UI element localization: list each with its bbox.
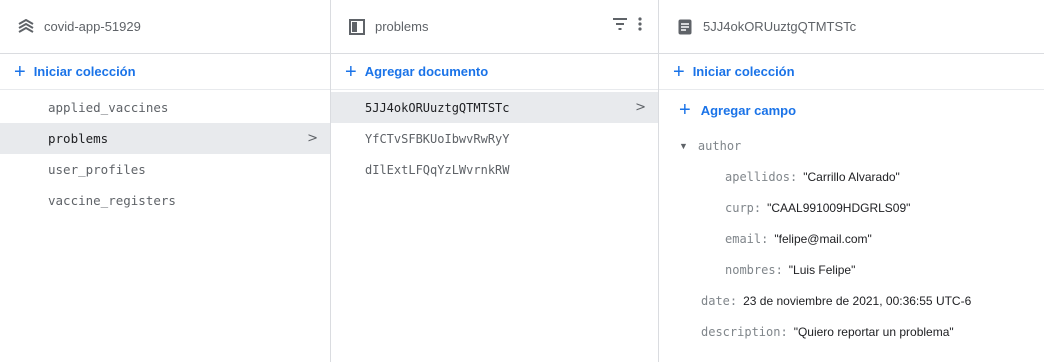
field-key: apellidos: <box>725 169 798 184</box>
document-item[interactable]: YfCTvSFBKUoIbwvRwRyY <box>331 123 658 154</box>
field-description[interactable]: description: "Quiero reportar un problem… <box>659 316 1044 347</box>
add-document-label: Agregar documento <box>364 64 489 79</box>
plus-icon: + <box>673 60 685 83</box>
filter-icon[interactable] <box>612 18 628 33</box>
field-key: author <box>697 138 742 153</box>
field-key: date: <box>701 293 738 308</box>
collection-header: problems <box>331 0 658 54</box>
field-key: email: <box>725 231 769 246</box>
chevron-right-icon: > <box>635 100 646 115</box>
field-email[interactable]: email: "felipe@mail.com" <box>659 223 1044 254</box>
more-vert-icon[interactable] <box>638 17 642 34</box>
chevron-right-icon: > <box>307 131 318 146</box>
document-icon <box>675 17 695 37</box>
field-value: "felipe@mail.com" <box>774 231 872 246</box>
field-author[interactable]: ▼ author <box>659 130 1044 161</box>
documents-panel: problems + Agregar documento 5JJ4okORUuz… <box>330 0 658 362</box>
collection-item-applied-vaccines[interactable]: applied_vaccines <box>0 92 330 123</box>
collection-item-label: user_profiles <box>48 162 146 177</box>
collection-icon <box>347 17 367 37</box>
project-header: covid-app-51929 <box>0 0 330 54</box>
collection-item-label: problems <box>48 131 109 146</box>
collection-item-vaccine-registers[interactable]: vaccine_registers <box>0 185 330 216</box>
field-key: nombres: <box>725 262 783 277</box>
plus-icon: + <box>14 60 26 83</box>
document-id: YfCTvSFBKUoIbwvRwRyY <box>365 131 510 146</box>
start-subcollection-label: Iniciar colección <box>692 64 795 79</box>
field-value: "CAAL991009HDGRLS09" <box>767 200 911 215</box>
collection-item-label: vaccine_registers <box>48 193 176 208</box>
field-curp[interactable]: curp: "CAAL991009HDGRLS09" <box>659 192 1044 223</box>
firestore-data-viewer: covid-app-51929 + Iniciar colección appl… <box>0 0 1044 362</box>
field-value: "Carrillo Alvarado" <box>803 169 900 184</box>
start-collection-button[interactable]: + Iniciar colección <box>0 54 330 90</box>
caret-down-icon[interactable]: ▼ <box>679 141 688 151</box>
collection-list: applied_vaccines problems > user_profiles… <box>0 90 330 216</box>
firestore-stack-icon <box>16 17 36 37</box>
collections-panel: covid-app-51929 + Iniciar colección appl… <box>0 0 330 362</box>
plus-icon: + <box>679 98 691 121</box>
start-subcollection-button[interactable]: + Iniciar colección <box>659 54 1044 90</box>
field-date[interactable]: date: 23 de noviembre de 2021, 00:36:55 … <box>659 285 1044 316</box>
project-title: covid-app-51929 <box>44 19 141 34</box>
document-panel: 5JJ4okORUuztgQTMTSTc + Iniciar colección… <box>658 0 1044 362</box>
field-key: curp: <box>725 200 762 215</box>
field-list: ▼ author apellidos: "Carrillo Alvarado" … <box>659 130 1044 347</box>
document-id: 5JJ4okORUuztgQTMTSTc <box>365 100 510 115</box>
document-item[interactable]: dIlExtLFQqYzLWvrnkRW <box>331 154 658 185</box>
collection-item-problems[interactable]: problems > <box>0 123 330 154</box>
document-title: 5JJ4okORUuztgQTMTSTc <box>703 19 857 34</box>
document-header: 5JJ4okORUuztgQTMTSTc <box>659 0 1044 54</box>
field-key: description: <box>701 324 788 339</box>
collection-item-label: applied_vaccines <box>48 100 169 115</box>
field-value: 23 de noviembre de 2021, 00:36:55 UTC-6 <box>743 293 972 308</box>
document-item[interactable]: 5JJ4okORUuztgQTMTSTc > <box>331 92 658 123</box>
document-id: dIlExtLFQqYzLWvrnkRW <box>365 162 510 177</box>
plus-icon: + <box>345 60 357 83</box>
collection-title: problems <box>375 19 429 34</box>
start-collection-label: Iniciar colección <box>33 64 136 79</box>
add-document-button[interactable]: + Agregar documento <box>331 54 658 90</box>
field-nombres[interactable]: nombres: "Luis Felipe" <box>659 254 1044 285</box>
field-value: "Quiero reportar un problema" <box>793 324 954 339</box>
add-field-button[interactable]: + Agregar campo <box>659 90 1044 130</box>
collection-tools <box>612 17 642 34</box>
document-list: 5JJ4okORUuztgQTMTSTc > YfCTvSFBKUoIbwvRwR… <box>331 90 658 185</box>
collection-item-user-profiles[interactable]: user_profiles <box>0 154 330 185</box>
field-value: "Luis Felipe" <box>788 262 856 277</box>
add-field-label: Agregar campo <box>700 102 797 118</box>
field-apellidos[interactable]: apellidos: "Carrillo Alvarado" <box>659 161 1044 192</box>
